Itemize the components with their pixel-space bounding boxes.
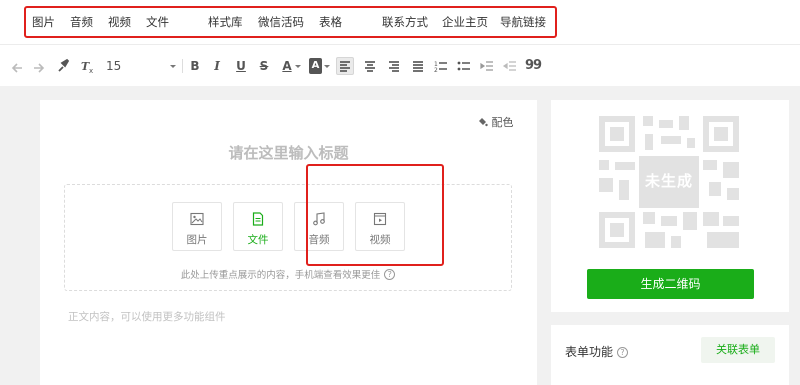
upload-file-label: 文件 (247, 234, 269, 246)
file-icon (252, 212, 264, 226)
format-toolbar: Tx 15 B I U S A A 12 99 (0, 44, 800, 86)
quote-icon[interactable]: 99 (525, 58, 542, 74)
help-icon[interactable]: ? (384, 269, 396, 280)
media-highlight-box (306, 164, 444, 266)
italic-button[interactable]: I (210, 58, 224, 74)
insert-style-library[interactable]: 样式库 (208, 8, 243, 36)
undo-icon[interactable] (10, 58, 24, 74)
form-panel: 表单功能? 关联表单 (551, 325, 789, 385)
font-size-value[interactable]: 15 (106, 58, 126, 74)
underline-button[interactable]: U (234, 58, 248, 74)
upload-image-card[interactable]: 图片 (172, 202, 222, 251)
upload-area[interactable]: 图片 文件 音频 视频 此处上传重点展示的内容，手机端查看效果更佳? (64, 184, 512, 291)
redo-icon[interactable] (32, 58, 46, 74)
upload-hint: 此处上传重点展示的内容，手机端查看效果更佳? (65, 267, 511, 281)
image-icon (190, 212, 204, 226)
format-brush-icon[interactable] (56, 58, 70, 74)
generate-qr-button[interactable]: 生成二维码 (587, 269, 754, 299)
outdent-icon[interactable] (502, 58, 518, 74)
insert-wechat-qrcode[interactable]: 微信活码 (258, 8, 304, 36)
insert-nav-link[interactable]: 导航链接 (500, 8, 546, 36)
color-scheme-label: 配色 (491, 116, 514, 129)
insert-video[interactable]: 视频 (108, 8, 131, 36)
bold-button[interactable]: B (188, 58, 202, 74)
insert-company-page[interactable]: 企业主页 (442, 8, 488, 36)
insert-image[interactable]: 图片 (32, 8, 55, 36)
form-feature-label: 表单功能 (565, 345, 614, 359)
toolbar-divider (182, 59, 183, 73)
insert-toolbar: 图片 音频 视频 文件 样式库 微信活码 表格 联系方式 企业主页 导航链接 (0, 0, 800, 44)
upload-image-label: 图片 (186, 234, 208, 246)
insert-file[interactable]: 文件 (146, 8, 169, 36)
unordered-list-icon[interactable] (456, 58, 472, 74)
svg-text:2: 2 (434, 67, 438, 74)
upload-file-card[interactable]: 文件 (233, 202, 283, 251)
body-input[interactable]: 正文内容，可以使用更多功能组件 (68, 309, 226, 324)
align-right-icon[interactable] (386, 58, 402, 74)
align-center-icon[interactable] (362, 58, 378, 74)
background-color-button[interactable]: A (309, 58, 322, 74)
align-left-icon[interactable] (336, 57, 354, 75)
form-help-icon[interactable]: ? (617, 347, 629, 358)
font-size-dropdown-icon[interactable] (168, 58, 178, 74)
svg-text:x: x (89, 67, 93, 74)
insert-contact[interactable]: 联系方式 (382, 8, 428, 36)
font-color-dropdown-icon[interactable] (294, 58, 302, 74)
link-form-button[interactable]: 关联表单 (701, 337, 775, 363)
editor-canvas: 配色 请在这里输入标题 图片 文件 音频 视频 此处上传重点展示的内容，手机端查… (40, 100, 537, 385)
form-feature: 表单功能? (565, 343, 629, 360)
color-scheme-button[interactable]: 配色 (477, 114, 514, 130)
title-input[interactable]: 请在这里输入标题 (40, 142, 537, 163)
upload-hint-text: 此处上传重点展示的内容，手机端查看效果更佳 (180, 270, 381, 281)
font-color-button[interactable]: A (281, 58, 293, 74)
insert-bar-highlight: 图片 音频 视频 文件 样式库 微信活码 表格 联系方式 企业主页 导航链接 (24, 6, 557, 38)
insert-audio[interactable]: 音频 (70, 8, 93, 36)
ordered-list-icon[interactable]: 12 (433, 58, 449, 74)
paint-bucket-icon (479, 118, 488, 127)
qr-panel: 未生成 生成二维码 (551, 100, 789, 312)
clear-format-icon[interactable]: Tx (80, 58, 96, 74)
background-color-dropdown-icon[interactable] (323, 58, 331, 74)
strikethrough-button[interactable]: S (257, 58, 271, 74)
qr-status: 未生成 (644, 172, 693, 190)
indent-icon[interactable] (479, 58, 495, 74)
insert-table[interactable]: 表格 (319, 8, 342, 36)
align-justify-icon[interactable] (410, 58, 426, 74)
